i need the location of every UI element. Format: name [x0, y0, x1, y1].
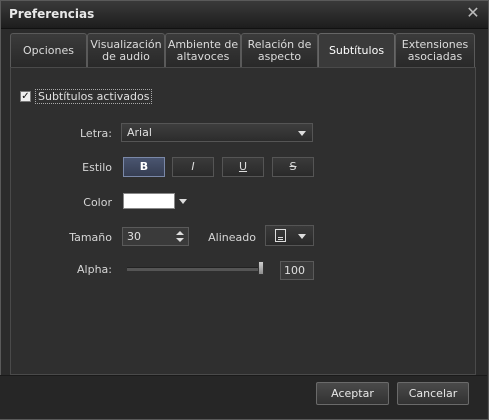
window-title: Preferencias	[9, 7, 95, 21]
tab-subtitles[interactable]: Subtítulos	[318, 33, 395, 67]
underline-button[interactable]: U	[222, 157, 264, 177]
cancel-button[interactable]: Cancelar	[397, 382, 469, 405]
alpha-slider-track[interactable]	[127, 267, 264, 271]
align-label: Alineado	[208, 231, 256, 244]
alpha-label: Alpha:	[77, 263, 112, 276]
tab-label: Visualización de audio	[90, 37, 162, 63]
chevron-down-icon	[298, 234, 306, 239]
tab-speaker-ambience[interactable]: Ambiente de altavoces	[165, 33, 241, 67]
tab-aspect-ratio[interactable]: Relación de aspecto	[241, 33, 318, 67]
tab-associated-extensions[interactable]: Extensiones asociadas	[395, 33, 475, 67]
decrement-icon[interactable]	[176, 238, 184, 242]
align-bottom-icon	[275, 229, 286, 242]
size-value: 30	[127, 230, 141, 243]
alpha-value-field[interactable]: 100	[280, 261, 314, 280]
tab-audio-visualization[interactable]: Visualización de audio	[87, 33, 165, 67]
tab-label: Opciones	[23, 43, 74, 57]
subtitles-enabled-row[interactable]: ✓ Subtítulos activados	[20, 89, 153, 104]
tab-label: Ambiente de altavoces	[167, 37, 239, 63]
font-label: Letra:	[80, 127, 112, 140]
tab-options[interactable]: Opciones	[10, 33, 87, 67]
italic-button[interactable]: I	[172, 157, 214, 177]
chevron-down-icon[interactable]	[179, 199, 187, 204]
tab-label: Relación de aspecto	[247, 37, 312, 63]
accept-button[interactable]: Aceptar	[316, 382, 389, 405]
size-spinbox[interactable]: 30	[122, 227, 189, 246]
size-label: Tamaño	[69, 231, 112, 244]
subtitles-enabled-checkbox[interactable]: ✓	[20, 91, 31, 102]
alpha-value: 100	[284, 264, 305, 277]
style-label: Estilo	[82, 161, 112, 174]
align-dropdown[interactable]	[265, 225, 314, 246]
alpha-slider-thumb[interactable]	[258, 261, 264, 275]
chevron-down-icon	[298, 130, 306, 136]
title-bar: Preferencias ✕	[1, 1, 488, 29]
tab-label: Subtítulos	[328, 43, 385, 57]
color-label: Color	[83, 196, 112, 209]
close-icon[interactable]: ✕	[465, 5, 481, 21]
subtitles-panel	[10, 67, 476, 375]
subtitles-enabled-label[interactable]: Subtítulos activados	[35, 89, 153, 104]
color-swatch[interactable]	[123, 193, 175, 209]
strikethrough-button[interactable]: S	[272, 157, 314, 177]
bold-button[interactable]: B	[123, 157, 165, 177]
font-select[interactable]: Arial	[121, 123, 313, 142]
tab-label: Extensiones asociadas	[401, 37, 469, 63]
increment-icon[interactable]	[176, 231, 184, 235]
font-value: Arial	[127, 126, 152, 139]
